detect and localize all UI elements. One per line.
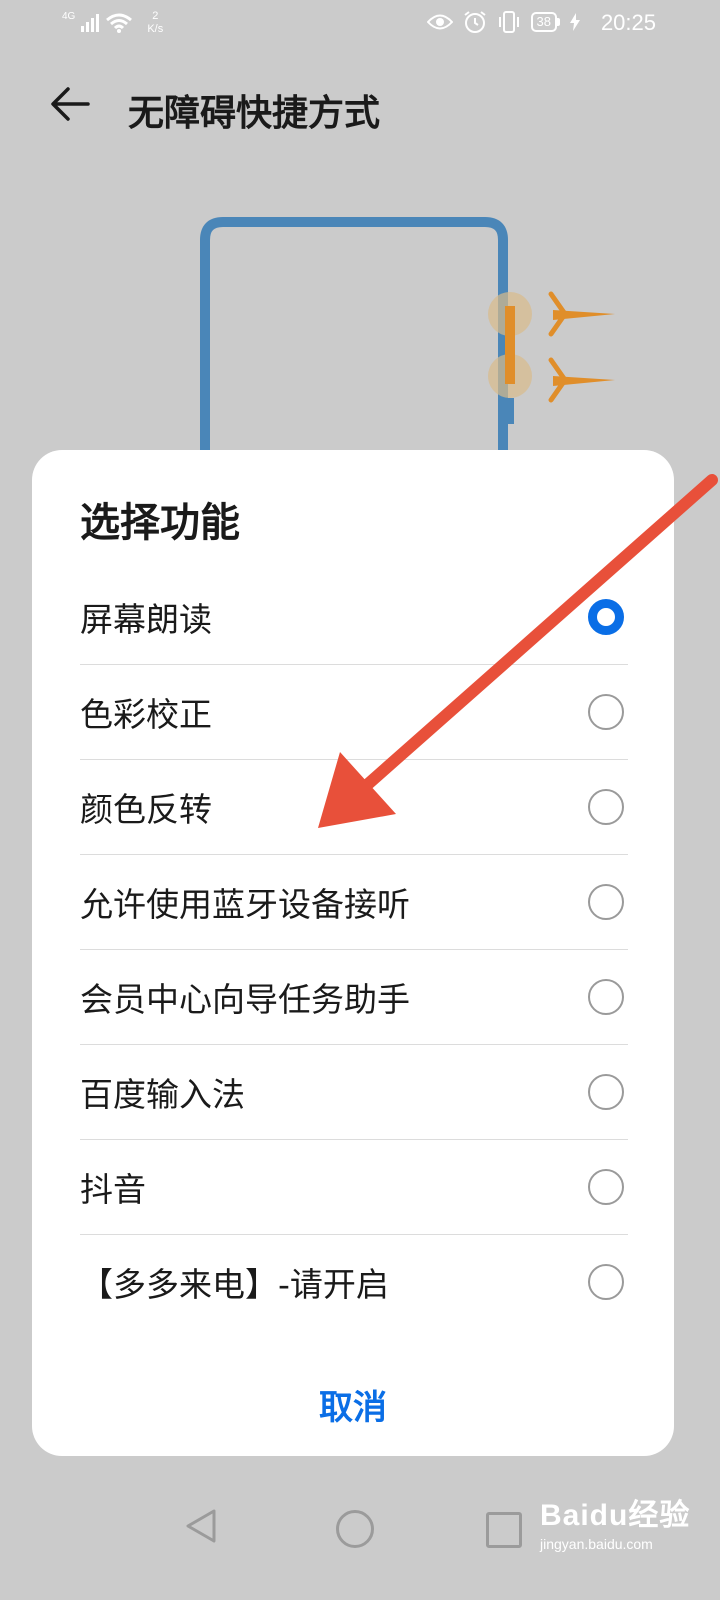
option-label: 会员中心向导任务助手 bbox=[80, 980, 410, 1019]
app-header: 无障碍快捷方式 bbox=[0, 70, 720, 140]
option-label: 百度输入法 bbox=[80, 1075, 245, 1114]
option-label: 【多多来电】-请开启 bbox=[80, 1265, 389, 1304]
cancel-button[interactable]: 取消 bbox=[32, 1380, 674, 1429]
dialog-title: 选择功能 bbox=[80, 500, 240, 546]
status-bar: 4G 2 K/s 38 20:25 bbox=[0, 0, 720, 48]
signal-icon bbox=[81, 12, 100, 32]
option-bluetooth-answer[interactable]: 允许使用蓝牙设备接听 bbox=[80, 855, 628, 950]
option-douyin[interactable]: 抖音 bbox=[80, 1140, 628, 1235]
battery-icon: 38 bbox=[530, 12, 560, 32]
option-label: 抖音 bbox=[80, 1170, 146, 1209]
nav-back-icon[interactable] bbox=[184, 1508, 218, 1544]
watermark: Baidu经验 jingyan.baidu.com bbox=[540, 1490, 690, 1552]
watermark-sub: jingyan.baidu.com bbox=[540, 1536, 653, 1552]
wifi-icon bbox=[106, 13, 133, 33]
radio-unselected[interactable] bbox=[588, 1169, 624, 1205]
annotation-arrow bbox=[318, 474, 718, 828]
charging-icon bbox=[570, 13, 580, 31]
eye-icon bbox=[426, 14, 453, 30]
nav-home-icon[interactable] bbox=[336, 1510, 374, 1548]
speed-value: 2 bbox=[152, 10, 159, 22]
watermark-main: Baidu经验 bbox=[540, 1499, 691, 1532]
radio-unselected[interactable] bbox=[588, 1074, 624, 1110]
clock: 20:25 bbox=[600, 10, 656, 35]
vibrate-icon bbox=[498, 11, 519, 33]
back-arrow-icon[interactable] bbox=[48, 82, 92, 126]
page-title: 无障碍快捷方式 bbox=[128, 93, 381, 134]
radio-unselected[interactable] bbox=[588, 1264, 624, 1300]
network-speed: 2 K/s bbox=[147, 10, 163, 36]
option-duoduo-call[interactable]: 【多多来电】-请开启 bbox=[80, 1235, 628, 1329]
option-member-center[interactable]: 会员中心向导任务助手 bbox=[80, 950, 628, 1045]
phone-illustration bbox=[200, 217, 615, 460]
option-label: 颜色反转 bbox=[80, 790, 212, 829]
status-right: 38 bbox=[426, 10, 580, 34]
alarm-icon bbox=[463, 11, 486, 33]
radio-unselected[interactable] bbox=[588, 884, 624, 920]
option-label: 色彩校正 bbox=[80, 695, 212, 734]
battery-level: 38 bbox=[530, 12, 557, 32]
radio-unselected[interactable] bbox=[588, 979, 624, 1015]
speed-unit: K/s bbox=[147, 23, 164, 35]
network-type: 4G bbox=[62, 11, 76, 22]
option-label: 允许使用蓝牙设备接听 bbox=[80, 885, 410, 924]
status-left: 4G 2 K/s bbox=[62, 10, 163, 36]
option-baidu-input[interactable]: 百度输入法 bbox=[80, 1045, 628, 1140]
nav-recents-icon[interactable] bbox=[486, 1512, 522, 1548]
option-label: 屏幕朗读 bbox=[80, 600, 212, 639]
